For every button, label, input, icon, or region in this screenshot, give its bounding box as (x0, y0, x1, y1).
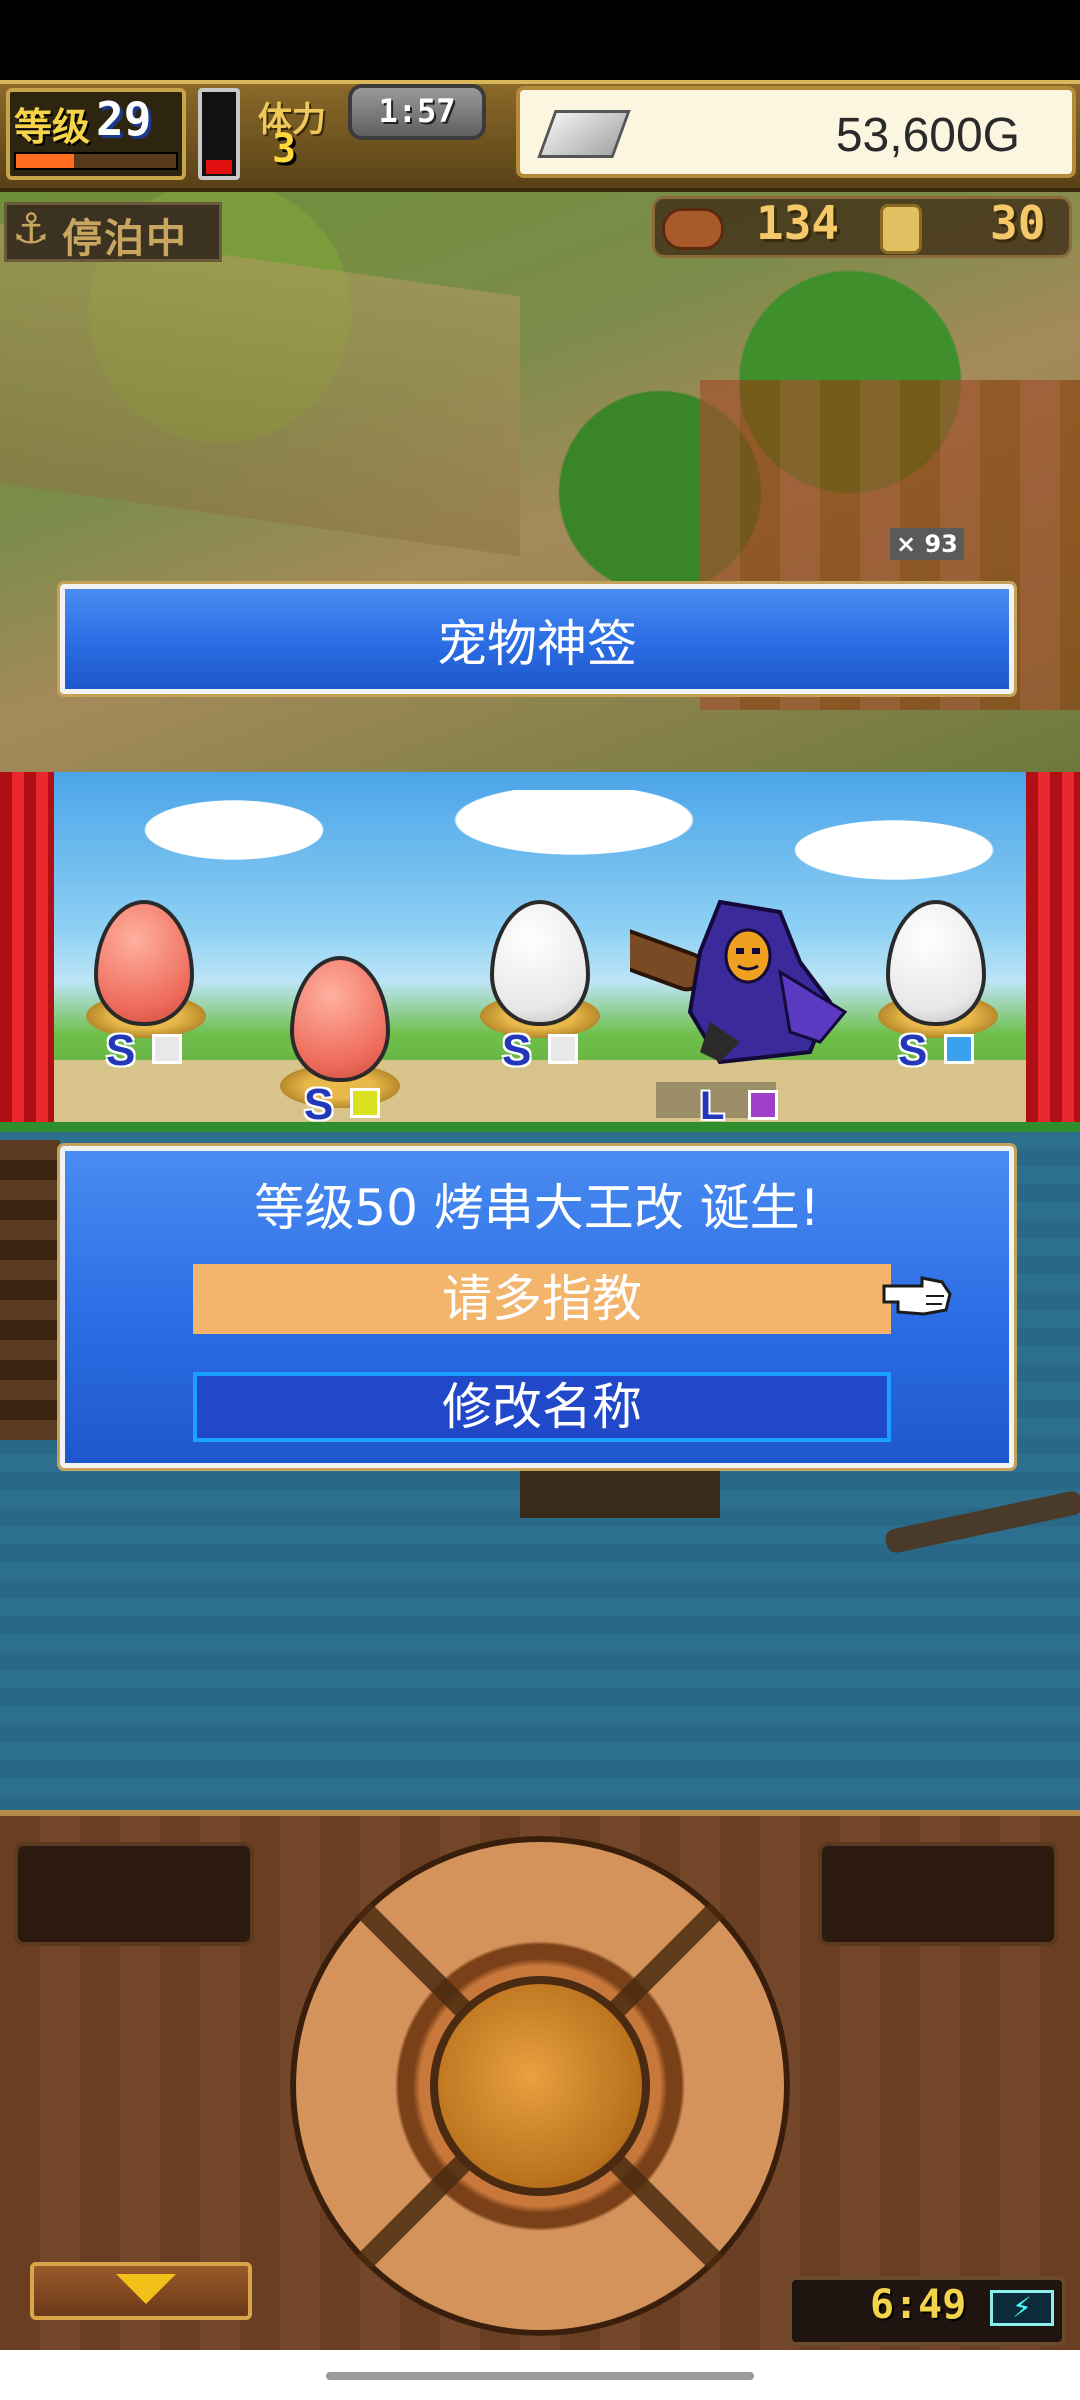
birth-message: 等级50 烤串大王改 诞生! (254, 1179, 820, 1237)
stage-clouds (54, 790, 1026, 900)
grass-strip (0, 1122, 1080, 1132)
curtain-right (1026, 772, 1080, 1124)
confirm-button[interactable]: 请多指教 (193, 1264, 891, 1334)
medal-value: 30 (990, 196, 1046, 250)
chevron-down-icon (116, 2274, 176, 2304)
right-slot-button[interactable] (818, 1842, 1058, 1946)
hp-value: 3 (272, 126, 297, 172)
docked-label: 停泊中 (62, 216, 188, 262)
meat-icon (662, 208, 724, 250)
level-label: 等级 (14, 105, 91, 149)
wooden-pier (0, 1140, 60, 1440)
hooded-reaper-icon[interactable] (630, 892, 850, 1072)
anchor-icon: ⚓ (12, 204, 50, 253)
title-banner-text: 宠物神签 (437, 615, 637, 673)
meat-value: 134 (756, 196, 840, 250)
clock-time: 6:49 (870, 2282, 967, 2328)
egg-rank: S (502, 1026, 532, 1075)
egg-rank: S (106, 1026, 136, 1075)
rename-button[interactable]: 修改名称 (193, 1372, 891, 1442)
ship-hull (520, 1468, 720, 1518)
medal-coin-icon (880, 204, 922, 254)
gold-value: 53,600G (835, 109, 1020, 162)
center-action-button[interactable] (430, 1976, 650, 2196)
system-status-bar (0, 0, 1080, 80)
hand-pointer-icon (882, 1276, 952, 1316)
level-value: 29 (96, 92, 152, 146)
stamina-gauge-fill (206, 160, 232, 174)
home-gesture-bar[interactable] (326, 2372, 754, 2380)
battery-charging-icon: ⚡ (990, 2290, 1054, 2326)
stage-ground (54, 1060, 1026, 1124)
recovery-timer: 1:57 (348, 84, 486, 140)
element-gem-icon (748, 1090, 778, 1120)
egg-rank: S (898, 1026, 928, 1075)
curtain-left (0, 772, 54, 1124)
element-gem-icon (350, 1088, 380, 1118)
egg-rank: S (304, 1080, 334, 1129)
element-gem-icon (152, 1034, 182, 1064)
element-gem-icon (548, 1034, 578, 1064)
element-gem-icon (944, 1034, 974, 1064)
monster-rank: L (700, 1084, 725, 1128)
left-slot-button[interactable] (14, 1842, 254, 1946)
unit-count-badge: × 93 (890, 528, 964, 560)
xp-bar-fill (16, 154, 74, 168)
